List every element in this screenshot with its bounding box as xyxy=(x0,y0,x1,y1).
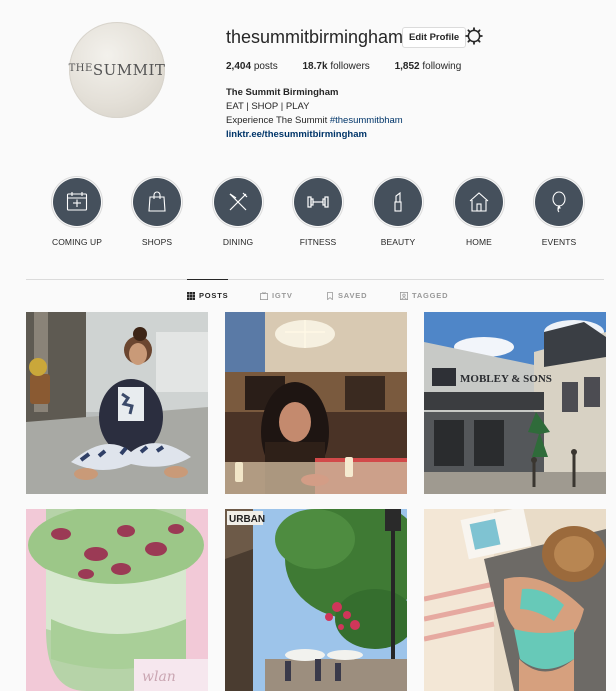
posts-stat: 2,404 posts xyxy=(226,61,278,72)
post-thumbnail[interactable]: wlan xyxy=(26,509,208,691)
profile-stats: 2,404 posts 18.7k followers 1,852 follow… xyxy=(226,61,483,72)
tab-saved[interactable]: SAVED xyxy=(326,280,367,308)
calendar-icon xyxy=(66,192,88,211)
dumbbell-icon xyxy=(307,196,329,208)
grid-icon xyxy=(187,292,195,301)
matcha-drink-photo: wlan xyxy=(26,509,208,691)
highlight-label: FITNESS xyxy=(299,237,337,247)
avatar-logo: THESUMMIT xyxy=(68,61,166,79)
username: thesummitbirmingham xyxy=(226,27,404,47)
svg-text:MOBLEY & SONS: MOBLEY & SONS xyxy=(460,373,552,385)
post-thumbnail[interactable]: URBAN xyxy=(225,509,407,691)
tab-posts[interactable]: POSTS xyxy=(187,279,229,308)
highlight-label: DINING xyxy=(222,237,254,247)
shopping-bag-icon xyxy=(148,191,166,212)
highlight-events[interactable]: EVENTS xyxy=(524,176,594,247)
balloon-icon xyxy=(552,191,566,213)
highlight-home[interactable]: HOME xyxy=(444,176,514,247)
tab-tagged[interactable]: TAGGED xyxy=(400,280,448,308)
house-icon xyxy=(469,192,489,212)
bio-link[interactable]: linktr.ee/thesummitbirmingham xyxy=(226,128,403,142)
highlight-shops[interactable]: SHOPS xyxy=(122,176,192,247)
lipstick-icon xyxy=(394,191,402,212)
post-thumbnail[interactable] xyxy=(26,312,208,494)
svg-text:wlan: wlan xyxy=(142,669,176,685)
bio: The Summit Birmingham EAT | SHOP | PLAY … xyxy=(226,86,403,142)
bio-line: Experience The Summit #thesummitbham xyxy=(226,115,403,126)
bookmark-icon xyxy=(327,292,333,301)
edit-profile-button[interactable]: Edit Profile xyxy=(402,27,467,48)
highlight-dining[interactable]: DINING xyxy=(203,176,273,247)
highlight-label: SHOPS xyxy=(141,237,173,247)
gear-icon[interactable] xyxy=(465,27,483,45)
svg-text:URBAN: URBAN xyxy=(229,514,265,525)
highlight-label: BEAUTY xyxy=(380,237,416,247)
highlight-fitness[interactable]: FITNESS xyxy=(283,176,353,247)
bio-name: The Summit Birmingham xyxy=(226,87,339,98)
avatar[interactable]: THESUMMIT xyxy=(69,22,165,118)
post-thumbnail[interactable] xyxy=(424,509,606,691)
profile-header: THESUMMIT thesummitbirmingham Edit Profi… xyxy=(0,0,616,170)
profile-tabs: POSTS IGTV SAVED TAGGED xyxy=(0,279,616,308)
story-highlights: COMING UP SHOPS DINING FITNESS BEAUTY HO… xyxy=(0,176,616,256)
beach-swimsuit-photo xyxy=(424,509,606,691)
yoga-woman-photo xyxy=(26,312,208,494)
post-thumbnail[interactable] xyxy=(225,312,407,494)
posts-grid: MOBLEY & SONS wlan URBAN xyxy=(26,312,606,691)
tag-icon xyxy=(400,292,408,301)
highlight-label: EVENTS xyxy=(541,237,577,247)
hashtag-link[interactable]: #thesummitbham xyxy=(330,115,403,126)
highlight-coming-up[interactable]: COMING UP xyxy=(42,176,112,247)
street-trees-photo: URBAN xyxy=(225,509,407,691)
storefront-photo: MOBLEY & SONS xyxy=(424,312,606,494)
post-thumbnail[interactable]: MOBLEY & SONS xyxy=(424,312,606,494)
tv-icon xyxy=(260,292,268,301)
fork-knife-icon xyxy=(229,192,248,211)
following-stat[interactable]: 1,852 following xyxy=(395,61,462,72)
highlight-label: COMING UP xyxy=(51,237,102,247)
tab-igtv[interactable]: IGTV xyxy=(260,280,293,308)
highlight-beauty[interactable]: BEAUTY xyxy=(363,176,433,247)
nail-salon-photo xyxy=(225,312,407,494)
bio-line: EAT | SHOP | PLAY xyxy=(226,101,310,112)
followers-stat[interactable]: 18.7k followers xyxy=(303,61,370,72)
highlight-label: HOME xyxy=(466,237,492,247)
